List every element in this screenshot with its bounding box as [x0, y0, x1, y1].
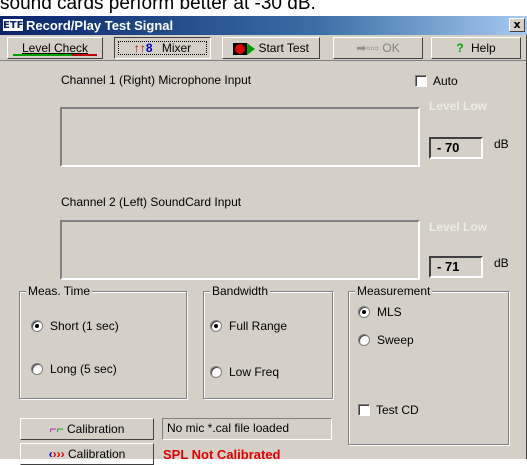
help-label: Help: [471, 41, 496, 55]
focus-rect: [118, 41, 207, 55]
help-button[interactable]: ? Help: [431, 37, 521, 59]
start-test-button[interactable]: Start Test: [222, 37, 320, 59]
spl-warning: SPL Not Calibrated: [163, 447, 281, 462]
radio-mls[interactable]: MLS: [358, 305, 402, 319]
auto-checkbox[interactable]: Auto: [415, 74, 458, 88]
meas-time-group: Meas. Time Short (1 sec) Long (5 sec): [19, 284, 187, 399]
radio-long-button[interactable]: [31, 363, 43, 375]
radio-sweep-label: Sweep: [377, 333, 414, 347]
mixer-button[interactable]: ↑↑8 Mixer: [114, 37, 211, 59]
channel1-db-unit: dB: [494, 137, 509, 151]
test-cd-checkbox-box[interactable]: [358, 404, 370, 416]
measurement-group: Measurement MLS Sweep Test CD: [348, 284, 509, 445]
channel1-label: Channel 1 (Right) Microphone Input: [61, 73, 252, 87]
radio-short-label: Short (1 sec): [50, 319, 119, 333]
channel1-level-display: [60, 107, 420, 167]
channel2-label: Channel 2 (Left) SoundCard Input: [61, 195, 242, 209]
radio-sweep[interactable]: Sweep: [358, 333, 414, 347]
test-cd-checkbox[interactable]: Test CD: [358, 403, 419, 417]
main-panel: Channel 1 (Right) Microphone Input Auto …: [0, 61, 527, 465]
channel1-db-readout: - 70: [429, 137, 483, 159]
start-test-label: Start Test: [258, 41, 309, 55]
radio-low-freq-button[interactable]: [210, 366, 222, 378]
mic-calibration-wave-icon: ⌐: [56, 422, 64, 436]
level-check-button[interactable]: Level Check: [7, 37, 103, 59]
mic-calibration-label: Calibration: [67, 422, 125, 436]
mic-calibration-button[interactable]: ⌐⌐ Calibration: [20, 418, 154, 440]
auto-checkbox-box[interactable]: [415, 75, 427, 87]
record-icon: [233, 42, 256, 56]
app-icon: ETF: [2, 18, 24, 32]
auto-label: Auto: [433, 74, 458, 88]
channel1-level-status: Level Low: [429, 99, 488, 113]
radio-short-button[interactable]: [31, 320, 43, 332]
radio-short[interactable]: Short (1 sec): [31, 319, 119, 333]
meas-time-title: Meas. Time: [26, 284, 93, 298]
speaker-calibration-button[interactable]: ‹››› Calibration: [20, 443, 154, 465]
radio-low-freq[interactable]: Low Freq: [210, 365, 279, 379]
radio-full-range-button[interactable]: [210, 320, 222, 332]
channel2-level-display: [60, 220, 420, 280]
close-button[interactable]: x: [509, 18, 525, 32]
radio-full-range-label: Full Range: [229, 319, 288, 333]
bandwidth-group: Bandwidth Full Range Low Freq: [203, 284, 333, 399]
radio-mls-label: MLS: [377, 305, 402, 319]
background-document-text: sound cards perform better at -30 dB.: [0, 0, 316, 14]
ok-label: OK: [382, 41, 400, 55]
channel2-db-unit: dB: [494, 256, 509, 270]
title-bar[interactable]: ETF Record/Play Test Signal x: [0, 16, 527, 35]
radio-sweep-button[interactable]: [358, 334, 370, 346]
toolbar: Level Check ↑↑8 Mixer Start Test ➡▫▫▫ OK: [0, 35, 527, 61]
radio-full-range[interactable]: Full Range: [210, 319, 287, 333]
ok-arrow-icon: ➡▫▫▫: [356, 41, 380, 55]
channel2-level-status: Level Low: [429, 220, 488, 234]
help-icon: ?: [456, 41, 464, 55]
window-title: Record/Play Test Signal: [26, 18, 174, 33]
ok-button[interactable]: ➡▫▫▫ OK: [333, 37, 423, 59]
radio-long[interactable]: Long (5 sec): [31, 362, 117, 376]
bandwidth-title: Bandwidth: [210, 284, 271, 298]
level-check-label: Level Check: [21, 41, 89, 55]
mic-calibration-icon: ⌐: [49, 422, 57, 436]
radio-low-freq-label: Low Freq: [229, 365, 280, 379]
radio-mls-button[interactable]: [358, 306, 370, 318]
level-meter-icon: [13, 54, 97, 56]
radio-long-label: Long (5 sec): [50, 362, 117, 376]
test-cd-label: Test CD: [376, 403, 419, 417]
record-play-dialog: ETF Record/Play Test Signal x Level Chec…: [0, 16, 527, 465]
channel2-db-readout: - 71: [429, 256, 483, 278]
measurement-title: Measurement: [355, 284, 433, 298]
calibration-status-field: No mic *.cal file loaded: [162, 418, 332, 440]
